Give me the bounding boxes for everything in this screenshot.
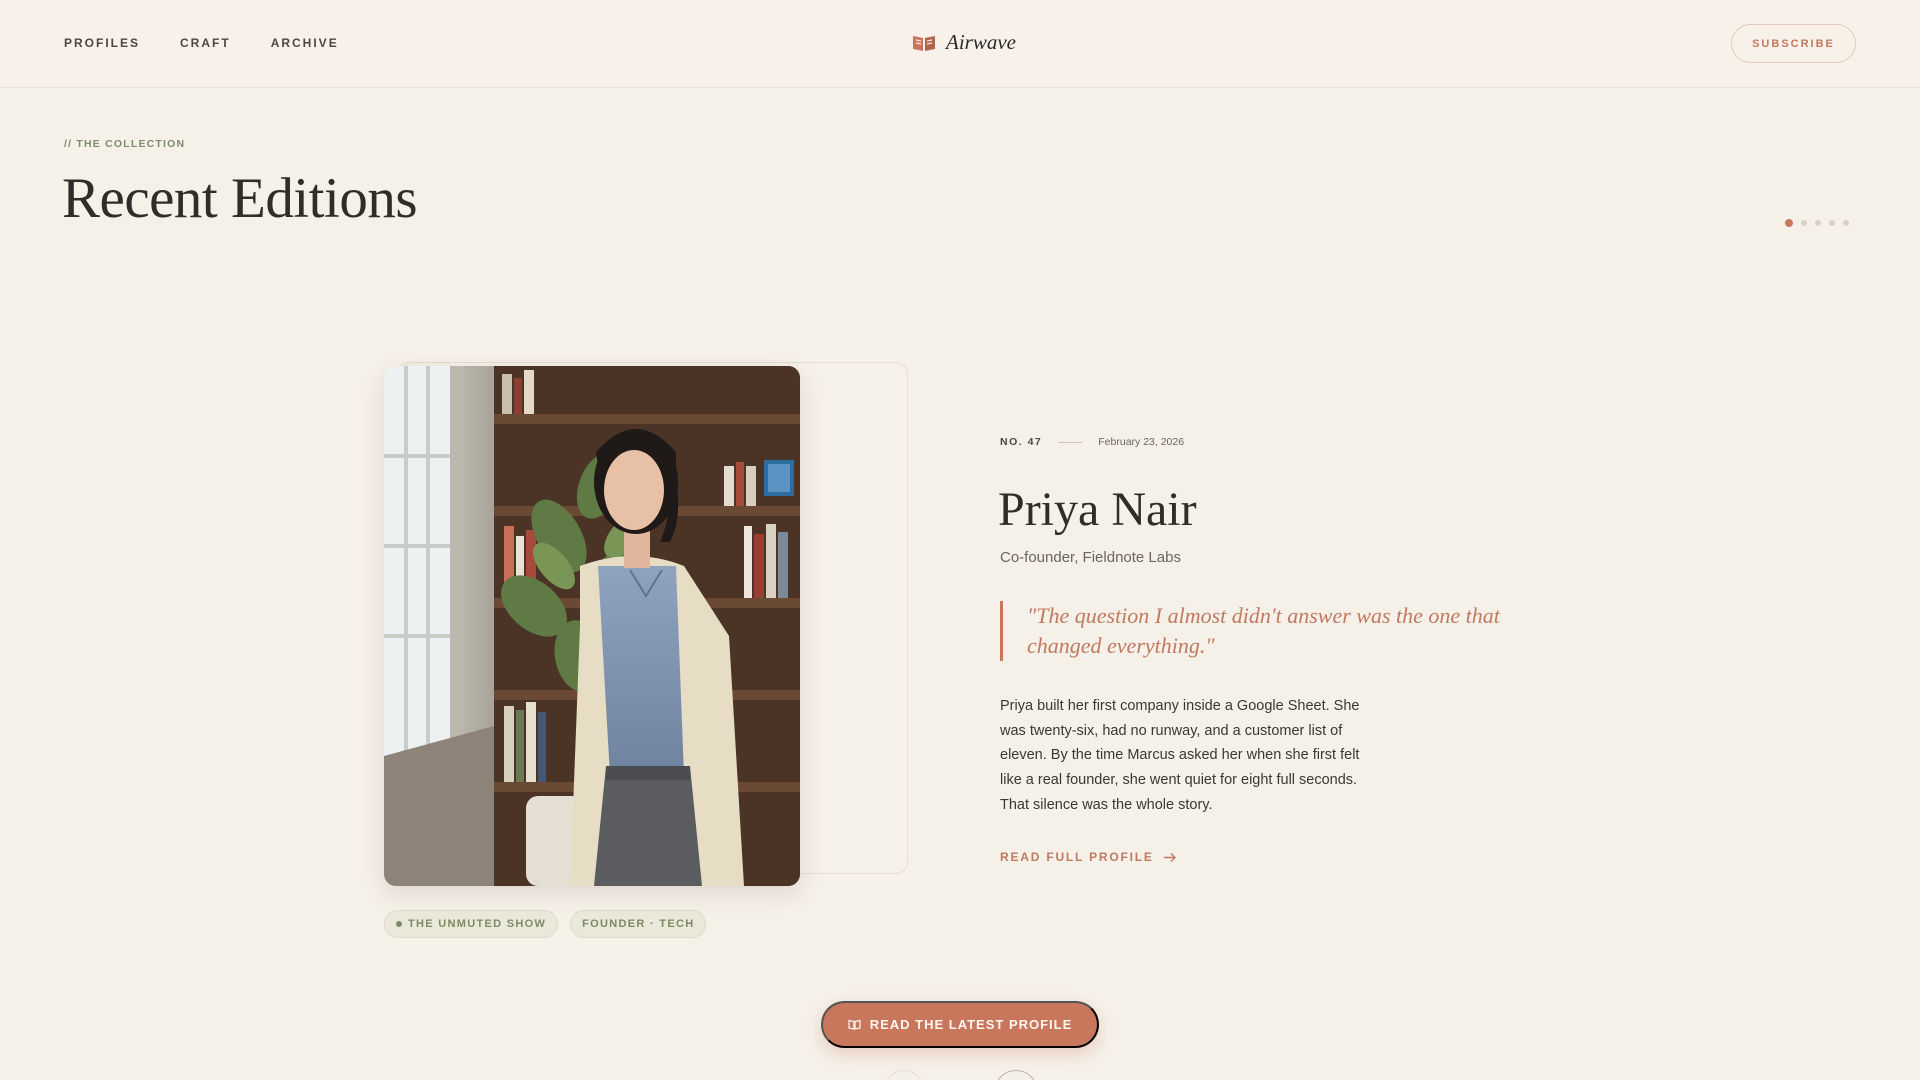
next-arrow-button[interactable] <box>994 1070 1038 1080</box>
subscribe-button[interactable]: SUBSCRIBE <box>1731 24 1856 63</box>
section-title: Recent Editions <box>62 167 418 230</box>
read-full-profile-label: READ FULL PROFILE <box>1000 850 1154 864</box>
primary-nav: PROFILES CRAFT ARCHIVE <box>64 36 339 50</box>
profile-role: Co-founder, Fieldnote Labs <box>1000 549 1181 566</box>
nav-link-profiles[interactable]: PROFILES <box>64 36 140 50</box>
pagination-dot-1[interactable] <box>1785 219 1793 227</box>
nav-link-archive[interactable]: ARCHIVE <box>271 36 339 50</box>
tag-show-label: THE UNMUTED SHOW <box>408 918 547 930</box>
profile-tags: THE UNMUTED SHOW FOUNDER · TECH <box>384 910 707 938</box>
profile-pull-quote: "The question I almost didn't answer was… <box>1000 601 1540 661</box>
pagination-dot-5[interactable] <box>1843 220 1849 226</box>
brand-name: Airwave <box>946 30 1016 54</box>
meta-divider <box>1058 441 1083 443</box>
read-full-profile-link[interactable]: READ FULL PROFILE <box>1000 850 1177 864</box>
tag-category[interactable]: FOUNDER · TECH <box>570 910 707 938</box>
section-eyebrow: // THE COLLECTION <box>64 138 186 150</box>
brand-logo-link[interactable]: Airwave <box>912 30 1016 55</box>
nav-link-craft[interactable]: CRAFT <box>180 36 231 50</box>
prev-arrow-button[interactable] <box>884 1070 924 1080</box>
pagination-dot-4[interactable] <box>1829 220 1835 226</box>
top-navigation-bar: PROFILES CRAFT ARCHIVE Airwave SUBSCRIBE <box>0 0 1920 88</box>
read-latest-profile-label: READ THE LATEST PROFILE <box>869 1017 1073 1032</box>
book-logo-icon <box>913 35 935 51</box>
issue-number: NO. 47 <box>1000 436 1043 448</box>
publish-date: February 23, 2026 <box>1098 436 1185 448</box>
pagination-dot-2[interactable] <box>1801 220 1807 226</box>
read-latest-profile-button[interactable]: READ THE LATEST PROFILE <box>821 1001 1099 1048</box>
profile-portrait <box>384 366 800 886</box>
arrow-right-icon <box>1163 852 1176 862</box>
tag-bullet-icon <box>396 921 402 927</box>
profile-name: Priya Nair <box>998 483 1197 536</box>
carousel-pagination <box>1785 219 1849 227</box>
pagination-dot-3[interactable] <box>1815 220 1821 226</box>
profile-excerpt: Priya built her first company inside a G… <box>1000 698 1360 813</box>
tag-category-label: FOUNDER · TECH <box>582 918 695 930</box>
tag-show[interactable]: THE UNMUTED SHOW <box>384 910 559 938</box>
edition-meta: NO. 47 February 23, 2026 <box>1000 436 1184 448</box>
open-book-icon <box>848 1019 861 1030</box>
